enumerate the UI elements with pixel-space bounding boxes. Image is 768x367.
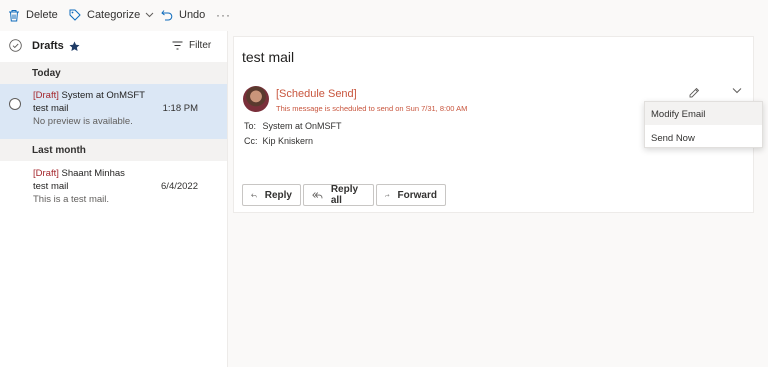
group-header-today: Today (0, 62, 227, 84)
tag-icon (69, 9, 81, 21)
message-list-pane: Drafts Filter Today [Draft] System at On… (0, 31, 228, 367)
schedule-send-label: [Schedule Send] (276, 88, 357, 100)
cc-recipient[interactable]: Kip Kniskern (263, 136, 314, 146)
menu-item-modify-email[interactable]: Modify Email (645, 102, 762, 125)
check-circle-icon[interactable] (9, 39, 22, 52)
list-item[interactable]: [Draft] Shaant Minhas test mail 6/4/2022… (0, 162, 227, 210)
to-label: To: (244, 121, 257, 131)
undo-button[interactable]: Undo (155, 4, 211, 26)
avatar (243, 86, 269, 112)
cc-label: Cc: (244, 136, 258, 146)
reply-label: Reply (264, 189, 292, 201)
undo-label: Undo (179, 9, 206, 21)
command-toolbar: Delete Categorize Undo ··· (0, 0, 768, 31)
draft-tag: [Draft] (33, 168, 59, 179)
to-line: To: System at OnMSFT (244, 121, 342, 131)
trash-icon (9, 9, 19, 21)
reply-all-icon (312, 191, 323, 198)
select-radio[interactable] (9, 98, 21, 110)
filter-icon (172, 41, 183, 50)
folder-title: Drafts (32, 40, 64, 52)
list-item-sender-line: [Draft] Shaant Minhas (33, 168, 125, 179)
categorize-label: Categorize (87, 9, 141, 21)
undo-icon (161, 10, 173, 21)
forward-icon (385, 193, 390, 197)
cc-line: Cc: Kip Kniskern (244, 136, 313, 146)
list-item-time: 6/4/2022 (161, 181, 198, 192)
pencil-icon[interactable] (688, 87, 700, 99)
delete-button[interactable]: Delete (2, 4, 64, 26)
message-subject: test mail (242, 49, 295, 65)
schedule-dropdown-menu: Modify Email Send Now (644, 101, 763, 148)
list-item-sender: Shaant Minhas (61, 168, 125, 179)
categorize-button[interactable]: Categorize (63, 4, 166, 26)
list-item-subject: test mail (33, 181, 69, 192)
list-item-subject: test mail (33, 103, 69, 114)
star-icon[interactable] (69, 41, 80, 52)
list-item-sender-line: [Draft] System at OnMSFT (33, 90, 145, 101)
to-recipient[interactable]: System at OnMSFT (263, 121, 342, 131)
more-icon: ··· (216, 8, 231, 22)
message-list-header: Drafts Filter (0, 31, 228, 61)
filter-label: Filter (189, 40, 212, 51)
chevron-down-icon (145, 12, 154, 18)
menu-item-send-now[interactable]: Send Now (645, 126, 762, 149)
list-item-time: 1:18 PM (162, 103, 198, 114)
reply-icon (251, 192, 257, 197)
group-header-last-month: Last month (0, 139, 227, 161)
filter-button[interactable]: Filter (172, 40, 211, 51)
list-item-preview: This is a test mail. (33, 194, 110, 205)
list-item[interactable]: [Draft] System at OnMSFT test mail 1:18 … (0, 84, 227, 139)
forward-button[interactable]: Forward (376, 184, 446, 206)
forward-label: Forward (397, 189, 437, 201)
more-actions-button[interactable]: ··· (210, 4, 237, 26)
reply-all-button[interactable]: Reply all (303, 184, 374, 206)
list-item-sender: System at OnMSFT (61, 90, 145, 101)
draft-tag: [Draft] (33, 90, 59, 101)
reply-all-label: Reply all (330, 184, 359, 206)
delete-label: Delete (26, 9, 58, 21)
schedule-note: This message is scheduled to send on Sun… (276, 104, 468, 113)
chevron-down-icon[interactable] (732, 87, 742, 94)
list-item-preview: No preview is available. (33, 116, 133, 127)
reply-button[interactable]: Reply (242, 184, 301, 206)
